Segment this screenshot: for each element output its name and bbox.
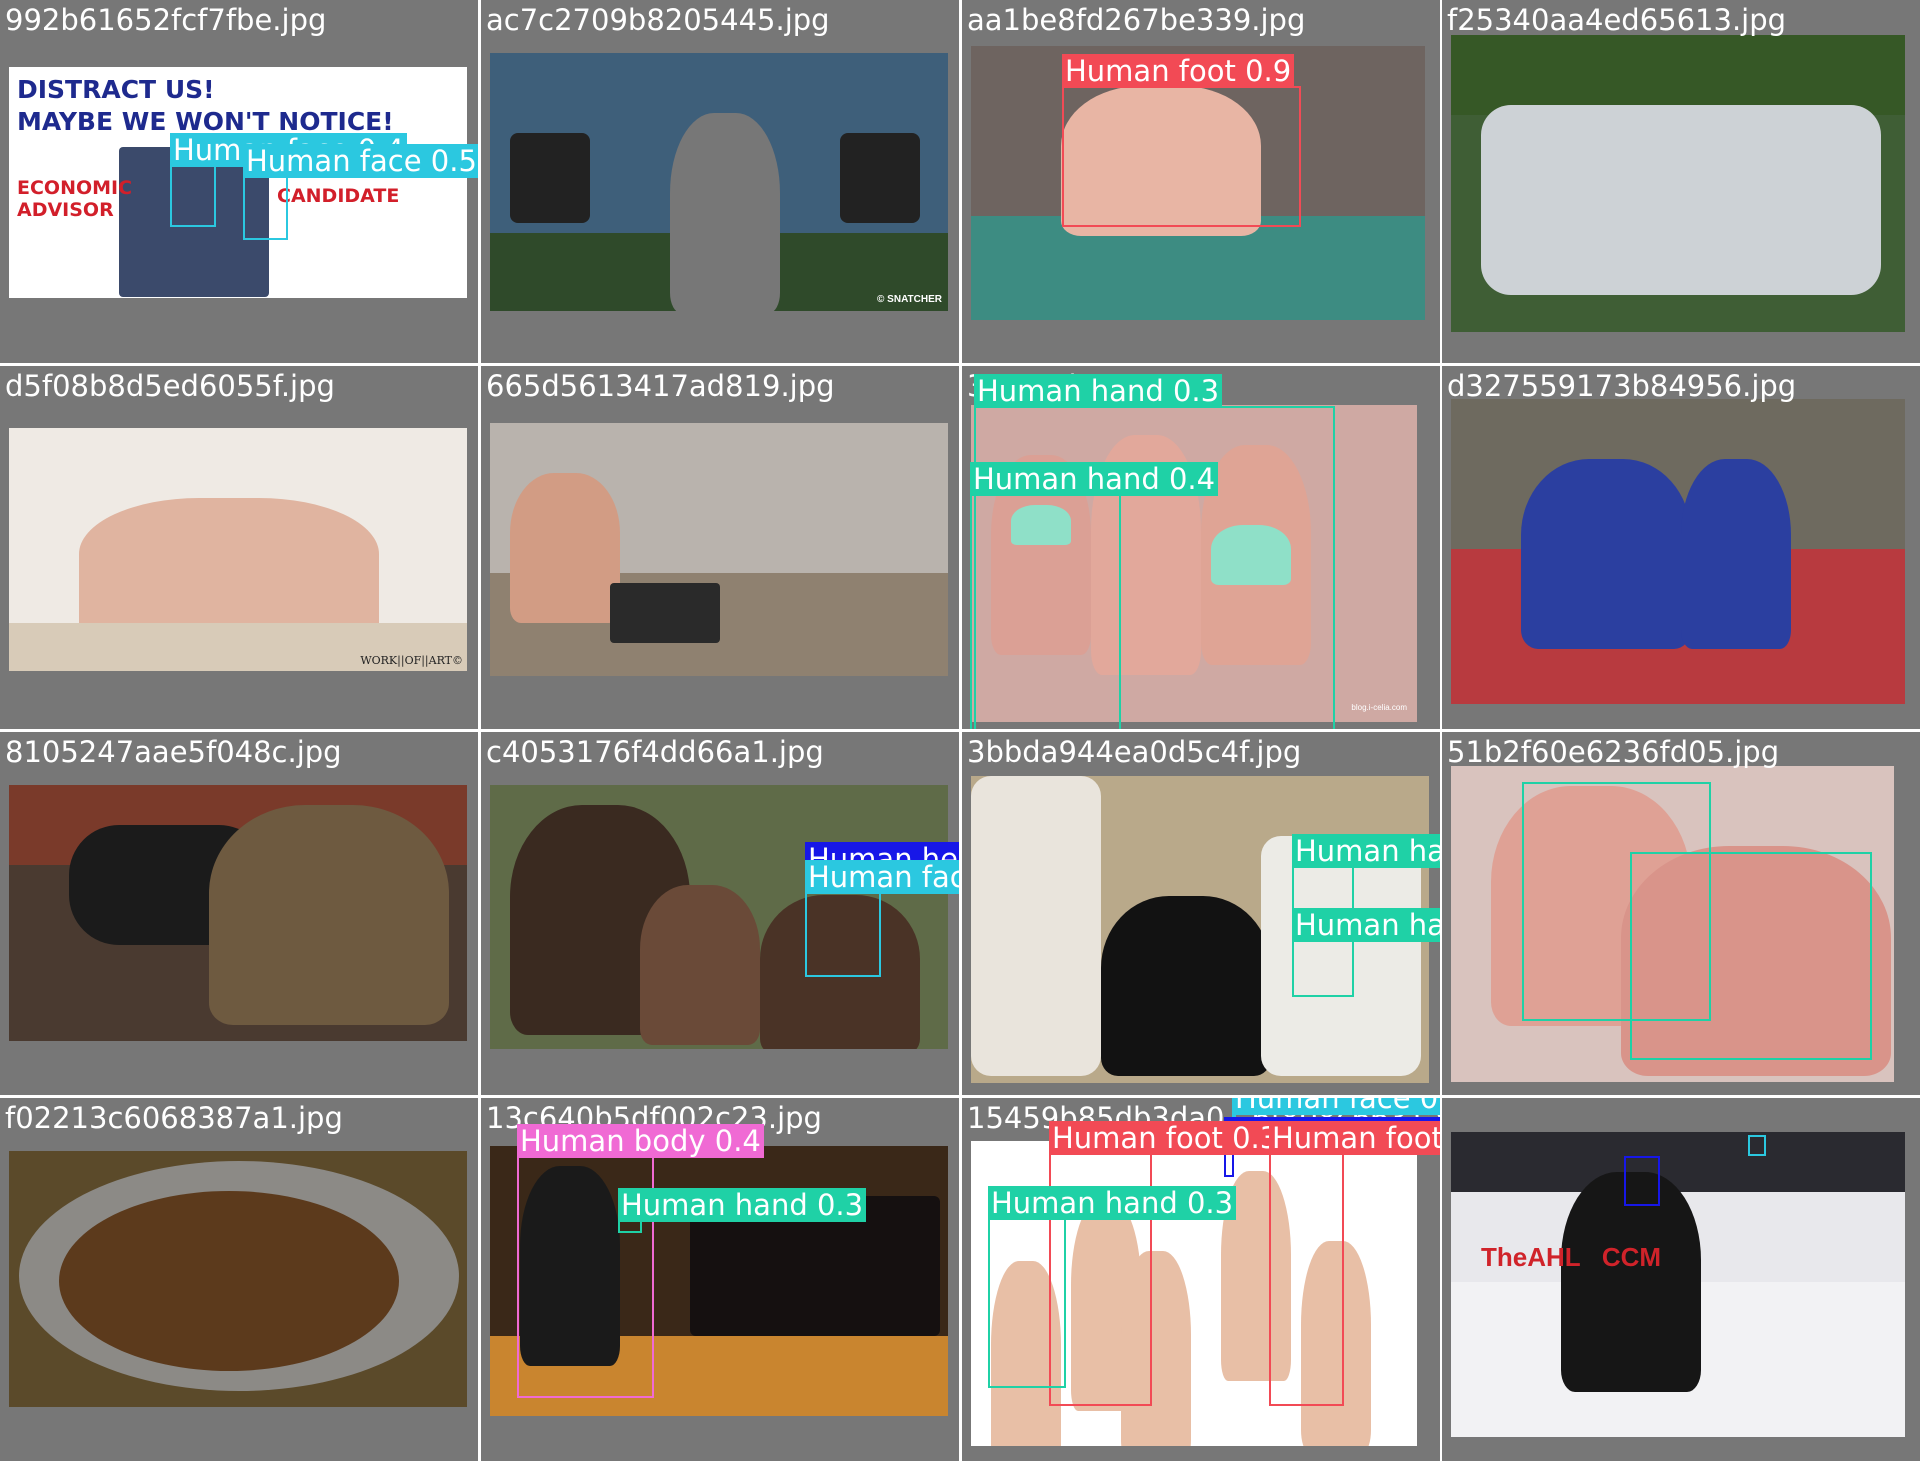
photo [1451,35,1905,332]
detection-box-face: Human face 0.5 [243,144,478,240]
tile-filename: d5f08b8d5ed6055f.jpg [5,369,335,403]
tile-filename: 3bbda944ea0d5c4f.jpg [967,735,1302,769]
detection-box-face: Human face 0.4 [170,133,407,227]
image-tile[interactable]: c4053176f4dd66a1.jpgHuman head 0.3Human … [481,732,959,1095]
detection-box-face [1748,1135,1766,1156]
tile-filename: aa1be8fd267be339.jpg [967,3,1306,37]
photo: WORK||OF||ART© [9,428,467,671]
photo-camouflage [209,805,449,1025]
detection-label: Human foot 0.3 [1269,1121,1440,1155]
image-tile[interactable]: © SNATCHER ac7c2709b8205445.jpg [481,0,959,363]
image-tile[interactable]: f02213c6068387a1.jpg [0,1098,478,1461]
detection-label: Human hand 0.7 [1292,908,1440,942]
image-tile[interactable]: WORK||OF||ART© d5f08b8d5ed6055f.jpg [0,366,478,729]
image-tile[interactable]: 15459b85db3da0...6f808c6631a0ec3.jpgHuma… [962,1098,1440,1461]
image-tile[interactable]: 51b2f60e6236fd05.jpg [1442,732,1920,1095]
photo-text-line2: MAYBE WE WON'T NOTICE! [17,107,394,136]
photo-wrestler [1681,459,1791,649]
photo-caption: blog.i-celia.com [1351,703,1407,712]
image-tile[interactable]: 3bbda944ea0d5c4f.jpg Human hand 0.4 Human … [962,732,1440,1095]
tile-filename: 992b61652fcf7fbe.jpg [5,3,327,37]
detection-label: Human face 0.4 [1232,1098,1440,1115]
tile-filename: f25340aa4ed65613.jpg [1447,3,1787,37]
photo: TheAHL CCM [1451,1132,1905,1437]
image-tile[interactable]: blog.i-celia.com3....44.jpgHuman hand 0.… [962,366,1440,729]
detection-box-foot: Human foot 0.3 [1269,1121,1440,1406]
tile-filename: ac7c2709b8205445.jpg [486,3,830,37]
photo-dog [1101,896,1271,1076]
photo-fingers [510,473,620,623]
photo-caption: WORK||OF||ART© [360,654,463,667]
image-tile[interactable]: 665d5613417ad819.jpg [481,366,959,729]
tile-filename: d327559173b84956.jpg [1447,369,1797,403]
detection-label: Human foot 0.9 [1062,54,1295,88]
photo [9,785,467,1041]
detection-box-foot: Human foot 0.9 [1062,54,1301,227]
detection-label: Human face 0.3 [805,860,959,894]
photo-stands [1451,1132,1905,1192]
photo-wrestler [1521,459,1691,649]
tile-filename: 665d5613417ad819.jpg [486,369,835,403]
photo-circuit [610,583,720,643]
image-tile[interactable]: 13c640b5df002c23.jpg Human body 0.4 Human … [481,1098,959,1461]
photo-meatballs [59,1191,399,1371]
detection-label: Human hand 0.3 [974,374,1223,408]
photo [1451,399,1905,704]
photo-model [79,498,379,638]
photo-weight-left [510,133,590,223]
photo-person-white [971,776,1101,1076]
tile-filename: 51b2f60e6236fd05.jpg [1447,735,1780,769]
photo-text-line1: DISTRACT US! [17,75,215,104]
tile-filename: c4053176f4dd66a1.jpg [486,735,824,769]
photo: © SNATCHER [490,53,948,311]
photo-baby [640,885,760,1045]
photo [9,1151,467,1407]
detection-box-hand: Human hand 0.4 [1292,834,1440,911]
photo [490,423,948,676]
detection-box-hand [1630,852,1872,1060]
photo-text-left: ECONOMIC ADVISOR [17,177,133,221]
detection-label: Human hand 0.4 [970,462,1219,496]
photo-caption: © SNATCHER [877,294,942,305]
image-tile[interactable]: TheAHL CCM [1442,1098,1920,1461]
detection-label: Human hand 0.3 [988,1186,1237,1220]
detection-box-hand: Human hand 0.3 [618,1188,867,1233]
detection-box-hand: Human hand 0.7 [1292,908,1440,997]
photo-car [1481,105,1881,295]
image-tile[interactable]: d327559173b84956.jpg [1442,366,1920,729]
detection-box-hand: Human hand 0.3 [988,1186,1237,1388]
photo-text-right: CANDIDATE [277,185,400,207]
image-tile[interactable]: DISTRACT US! MAYBE WE WON'T NOTICE! ECONOM… [0,0,478,363]
image-tile[interactable]: f25340aa4ed65613.jpg [1442,0,1920,363]
image-tile[interactable]: aa1be8fd267be339.jpg Human foot 0.9 [962,0,1440,363]
photo: DISTRACT US! MAYBE WE WON'T NOTICE! ECONOM… [9,67,467,298]
detection-label: Human face 0.5 [243,144,478,178]
photo-weight-right [840,133,920,223]
tile-filename: f02213c6068387a1.jpg [5,1101,343,1135]
photo-trees [1451,35,1905,115]
detection-label: Human foot 0.3 [1049,1121,1282,1155]
detection-label: Human body 0.4 [517,1124,764,1158]
image-tile[interactable]: 8105247aae5f048c.jpg [0,732,478,1095]
detection-label: Human hand 0.3 [618,1188,867,1222]
detection-label: Human hand 0.4 [1292,834,1440,868]
photo-caption: TheAHL CCM [1481,1242,1662,1272]
detection-box-head [1624,1156,1660,1206]
detection-grid: DISTRACT US! MAYBE WE WON'T NOTICE! ECONOM… [0,0,1920,1464]
detection-box-hand: Human hand 0.4 [970,462,1219,729]
photo-person [670,113,780,311]
detection-box-face: Human face 0.3 [805,860,959,977]
tile-filename: 8105247aae5f048c.jpg [5,735,342,769]
